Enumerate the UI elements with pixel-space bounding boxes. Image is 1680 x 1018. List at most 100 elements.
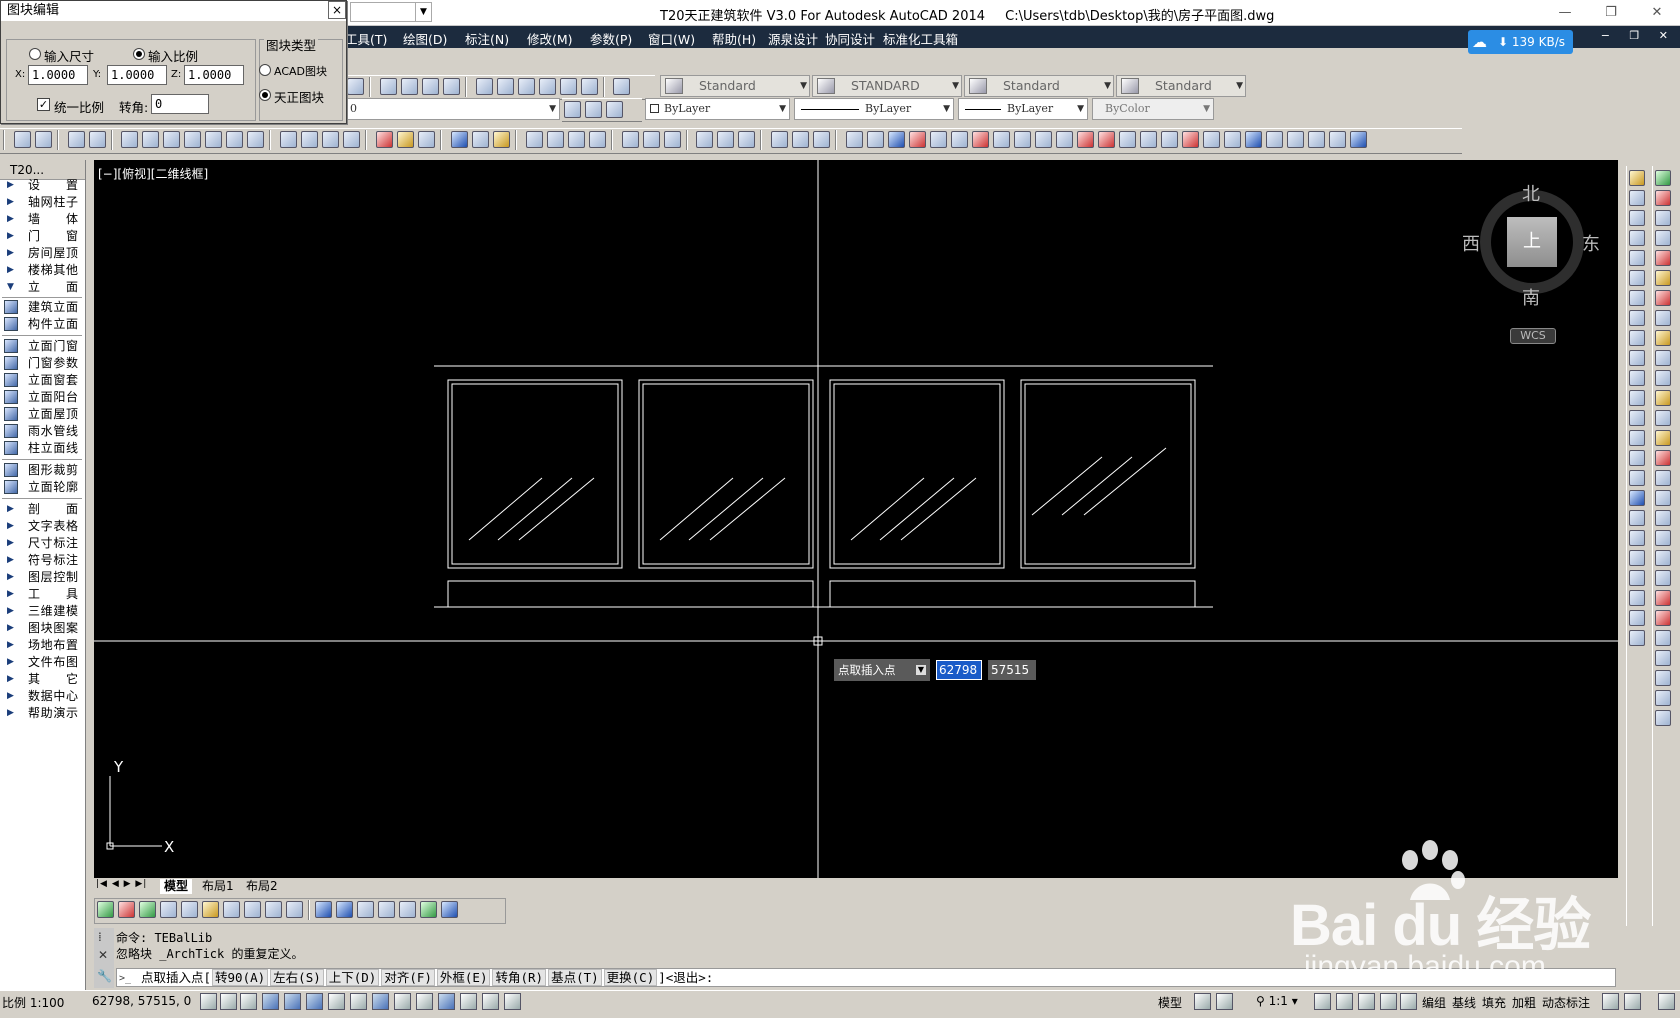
sidebar-item-block-pattern[interactable]: ▶ 图块图案 (0, 620, 86, 637)
scale-x-field[interactable]: 1.0000 (28, 65, 88, 85)
menu-help[interactable]: 帮助(H) (712, 29, 756, 48)
tz-wall2-icon[interactable] (1140, 131, 1158, 148)
tz-print-icon[interactable] (1182, 131, 1200, 148)
table-style-dropdown[interactable]: Standard ▼ (964, 75, 1114, 97)
tz-bt-13-icon[interactable] (357, 901, 374, 918)
tz-bt-9-icon[interactable] (265, 901, 282, 918)
sidebar-item-layer-control[interactable]: ▶ 图层控制 (0, 569, 86, 586)
sidebar-item-elevation[interactable]: ▼ 立 面 (0, 279, 86, 296)
tz-right-10-icon[interactable] (1655, 350, 1671, 366)
scale-icon[interactable] (1629, 310, 1645, 326)
tz-point-icon[interactable] (972, 131, 990, 148)
tz-bt-12-icon[interactable] (336, 901, 353, 918)
tz-edit-icon[interactable] (397, 131, 415, 148)
osnap-icon[interactable] (306, 993, 323, 1010)
tz-column-icon[interactable] (343, 131, 361, 148)
sidebar-item-door-params[interactable]: 门窗参数 (0, 355, 86, 372)
tz-right-3-icon[interactable] (1655, 210, 1671, 226)
lineweight-dropdown[interactable]: ByLayer ▼ (958, 98, 1088, 120)
menu-tools[interactable]: 工具(T) (345, 29, 387, 48)
explode-icon[interactable] (1629, 490, 1645, 506)
cmd-option-align[interactable]: 对齐(F) (381, 969, 435, 986)
tz-door2-icon[interactable] (717, 131, 735, 148)
tz-tool-2-icon[interactable] (34, 131, 52, 148)
calculator-icon[interactable] (580, 78, 598, 95)
stack-6-icon[interactable] (1629, 610, 1645, 626)
tz-target-icon[interactable] (1329, 131, 1347, 148)
status-group[interactable]: 编组 (1422, 994, 1446, 1011)
sheetset-icon[interactable] (538, 78, 556, 95)
tz-bt-8-icon[interactable] (244, 901, 261, 918)
tz-right-9-icon[interactable] (1655, 330, 1671, 346)
scale-z-field[interactable]: 1.0000 (184, 65, 244, 85)
tz-trim-icon[interactable] (1014, 131, 1032, 148)
tz-bt-15-icon[interactable] (399, 901, 416, 918)
status-bold[interactable]: 加粗 (1512, 994, 1536, 1011)
command-window-handle[interactable]: ⁞ ✕ 🔧 (94, 928, 114, 988)
infer-icon[interactable] (200, 993, 217, 1010)
sidebar-item-settings[interactable]: ▶ 设 置 (0, 177, 86, 194)
tz-wall3-icon[interactable] (1161, 131, 1179, 148)
tz-layers-icon[interactable] (888, 131, 906, 148)
viewcube-south[interactable]: 南 (1522, 284, 1540, 310)
qp-icon[interactable] (460, 993, 477, 1010)
tz-frame-icon[interactable] (471, 131, 489, 148)
sidebar-item-symbol[interactable]: ▶ 符号标注 (0, 552, 86, 569)
3dosnap-icon[interactable] (328, 993, 345, 1010)
offset-icon[interactable] (1629, 230, 1645, 246)
array-icon[interactable] (1629, 250, 1645, 266)
tz-save-icon[interactable] (846, 131, 864, 148)
extend-icon[interactable] (1629, 370, 1645, 386)
cmd-option-rotation[interactable]: 转角(R) (492, 969, 547, 986)
ducs-icon[interactable] (372, 993, 389, 1010)
tz-stack-icon[interactable] (1266, 131, 1284, 148)
tz-bt-2-icon[interactable] (118, 901, 135, 918)
sidebar-item-rain-pipe[interactable]: 雨水管线 (0, 423, 86, 440)
sidebar-item-text-table[interactable]: ▶ 文字表格 (0, 518, 86, 535)
tz-cut2-icon[interactable] (1098, 131, 1116, 148)
tz-copy4-icon[interactable] (588, 131, 606, 148)
layer-previous-icon[interactable] (585, 101, 602, 118)
dynamic-x-input[interactable]: 62798 (936, 660, 982, 680)
annotation-scale[interactable]: ⚲ 1:1 ▾ (1256, 994, 1298, 1008)
cmd-option-base-point[interactable]: 基点(T) (548, 969, 602, 986)
tz-bt-14-icon[interactable] (378, 901, 395, 918)
mdi-window-controls[interactable]: − ❐ ✕ (1601, 29, 1676, 42)
status-fill[interactable]: 填充 (1482, 994, 1506, 1011)
viewcube-top-face[interactable]: 上 (1507, 217, 1557, 267)
sidebar-item-elevation-roof[interactable]: 立面屋顶 (0, 406, 86, 423)
tz-block-icon[interactable] (450, 131, 468, 148)
zoom-previous-icon[interactable] (442, 78, 460, 95)
sidebar-item-column-line[interactable]: 柱立面线 (0, 440, 86, 457)
zoom-window-icon[interactable] (421, 78, 439, 95)
am-icon[interactable] (504, 993, 521, 1010)
sidebar-item-elevation-door[interactable]: 立面门窗 (0, 338, 86, 355)
lock-icon[interactable] (1380, 993, 1397, 1010)
net-speed-widget[interactable]: ☁ ⬇ 139 KB/s (1468, 30, 1573, 54)
tz-cut-icon[interactable] (1077, 131, 1095, 148)
tab-model[interactable]: 模型 (160, 879, 193, 894)
layer-states-icon[interactable] (606, 101, 623, 118)
tz-text-icon[interactable] (184, 131, 202, 148)
properties-icon[interactable] (475, 78, 493, 95)
close-icon[interactable]: ✕ (1634, 0, 1680, 26)
tz-right-23-icon[interactable] (1655, 610, 1671, 626)
join-icon[interactable] (1629, 410, 1645, 426)
tz-right-25-icon[interactable] (1655, 650, 1671, 666)
mirror-icon[interactable] (1629, 210, 1645, 226)
radio-tz-block[interactable] (259, 89, 271, 101)
tz-right-2-icon[interactable] (1655, 190, 1671, 206)
dyn-icon[interactable] (394, 993, 411, 1010)
sc-icon[interactable] (482, 993, 499, 1010)
layout-icon[interactable] (1194, 993, 1211, 1010)
stack-7-icon[interactable] (1629, 630, 1645, 646)
anno-visibility-icon[interactable] (1314, 993, 1331, 1010)
rotate-icon[interactable] (1629, 290, 1645, 306)
tz-right-12-icon[interactable] (1655, 390, 1671, 406)
tz-right-20-icon[interactable] (1655, 550, 1671, 566)
chevron-down-icon[interactable]: ▼ (916, 665, 926, 675)
viewcube-north[interactable]: 北 (1522, 180, 1540, 206)
lwt-icon[interactable] (416, 993, 433, 1010)
chevron-down-icon[interactable]: ▼ (415, 3, 431, 21)
tz-door-icon[interactable] (696, 131, 714, 148)
